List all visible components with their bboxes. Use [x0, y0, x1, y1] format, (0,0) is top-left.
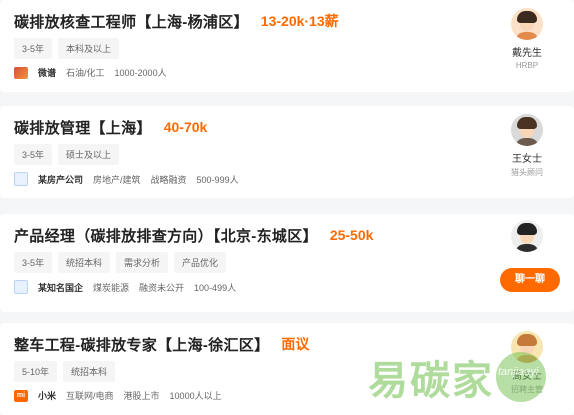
company-name[interactable]: 某知名国企: [38, 281, 83, 294]
recruiter[interactable]: [492, 220, 562, 252]
tag-skill: 需求分析: [116, 252, 169, 273]
company-row: 微谱 石油/化工 1000-2000人: [14, 66, 167, 79]
tag-education: 统招本科: [63, 361, 116, 382]
job-tags: 3-5年 硕士及以上: [14, 144, 120, 165]
job-card[interactable]: 产品经理（碳排放排查方向）【北京-东城区】 25-50k 3-5年 统招本科 需…: [0, 214, 574, 312]
salary: 13-20k·13薪: [260, 13, 339, 29]
chat-button[interactable]: 聊一聊: [500, 268, 560, 292]
job-title[interactable]: 整车工程-碳排放专家【上海-徐汇区】: [14, 334, 269, 355]
company-size: 100-499人: [194, 282, 237, 293]
company-logo-icon: mi: [14, 389, 28, 402]
tag-skill: 产品优化: [174, 252, 227, 273]
recruiter-role: 猎头顾问: [511, 168, 543, 177]
recruiter-name: 王女士: [512, 154, 542, 165]
recruiter-role: HRBP: [515, 61, 539, 70]
job-card[interactable]: 碳排放管理【上海】 40-70k 3-5年 硕士及以上 某房产公司 房地产/建筑…: [0, 106, 574, 198]
job-card[interactable]: 整车工程-碳排放专家【上海-徐汇区】 面议 5-10年 统招本科 mi 小米 互…: [0, 323, 574, 415]
tag-education: 统招本科: [58, 252, 111, 273]
company-logo-icon: [14, 280, 28, 294]
job-title-row: 碳排放管理【上海】 40-70k: [14, 116, 207, 138]
company-industry: 互联网/电商: [66, 391, 114, 401]
job-title[interactable]: 碳排放核查工程师【上海-杨浦区】: [14, 11, 249, 32]
company-industry: 石油/化工: [66, 68, 105, 78]
company-row: mi 小米 互联网/电商 港股上市 10000人以上: [14, 389, 222, 402]
company-size: 1000-2000人: [114, 68, 167, 78]
company-row: 某房产公司 房地产/建筑 战略融资 500-999人: [14, 172, 239, 186]
tag-experience: 3-5年: [14, 252, 53, 273]
job-tags: 5-10年 统招本科: [14, 361, 116, 382]
avatar: [511, 331, 543, 363]
job-tags: 3-5年 统招本科 需求分析 产品优化: [14, 252, 227, 273]
job-card[interactable]: 碳排放核查工程师【上海-杨浦区】 13-20k·13薪 3-5年 本科及以上 微…: [0, 0, 574, 92]
watermark-url: tanjiaayi: [498, 366, 539, 378]
recruiter[interactable]: 戴先生 HRBP: [492, 8, 562, 70]
job-title[interactable]: 碳排放管理【上海】: [14, 117, 152, 138]
recruiter[interactable]: 王女士 猎头顾问: [492, 114, 562, 178]
salary: 面议: [281, 336, 310, 352]
company-financing: 融资未公开: [139, 282, 185, 293]
job-tags: 3-5年 本科及以上: [14, 38, 120, 59]
company-row: 某知名国企 煤炭能源 融资未公开 100-499人: [14, 280, 236, 294]
tag-experience: 3-5年: [14, 144, 53, 165]
company-industry: 房地产/建筑: [93, 174, 141, 185]
avatar: [511, 8, 543, 40]
job-title-row: 整车工程-碳排放专家【上海-徐汇区】 面议: [14, 333, 309, 355]
avatar: [511, 114, 543, 146]
company-name[interactable]: 微谱: [38, 66, 56, 79]
tag-education: 硕士及以上: [58, 144, 120, 165]
company-logo-icon: [14, 66, 28, 79]
company-financing: 港股上市: [123, 391, 160, 401]
job-title-row: 产品经理（碳排放排查方向）【北京-东城区】 25-50k: [14, 224, 373, 246]
job-list: 碳排放核查工程师【上海-杨浦区】 13-20k·13薪 3-5年 本科及以上 微…: [0, 0, 574, 415]
company-size: 10000人以上: [169, 391, 222, 401]
company-name[interactable]: 某房产公司: [38, 173, 83, 186]
salary: 40-70k: [163, 119, 208, 135]
company-logo-icon: [14, 172, 28, 186]
tag-experience: 3-5年: [14, 38, 53, 59]
recruiter[interactable]: 高女士 招聘主管: [492, 331, 562, 395]
company-financing: 战略融资: [150, 174, 187, 185]
tag-education: 本科及以上: [58, 38, 120, 59]
recruiter-role: 招聘主管: [511, 385, 543, 394]
tag-experience: 5-10年: [14, 361, 58, 382]
recruiter-name: 戴先生: [512, 48, 542, 59]
avatar: [511, 220, 543, 252]
salary: 25-50k: [329, 227, 374, 243]
company-size: 500-999人: [196, 174, 239, 185]
job-title-row: 碳排放核查工程师【上海-杨浦区】 13-20k·13薪: [14, 10, 339, 32]
company-industry: 煤炭能源: [93, 282, 130, 293]
company-name[interactable]: 小米: [38, 389, 56, 402]
job-title[interactable]: 产品经理（碳排放排查方向）【北京-东城区】: [14, 225, 318, 246]
